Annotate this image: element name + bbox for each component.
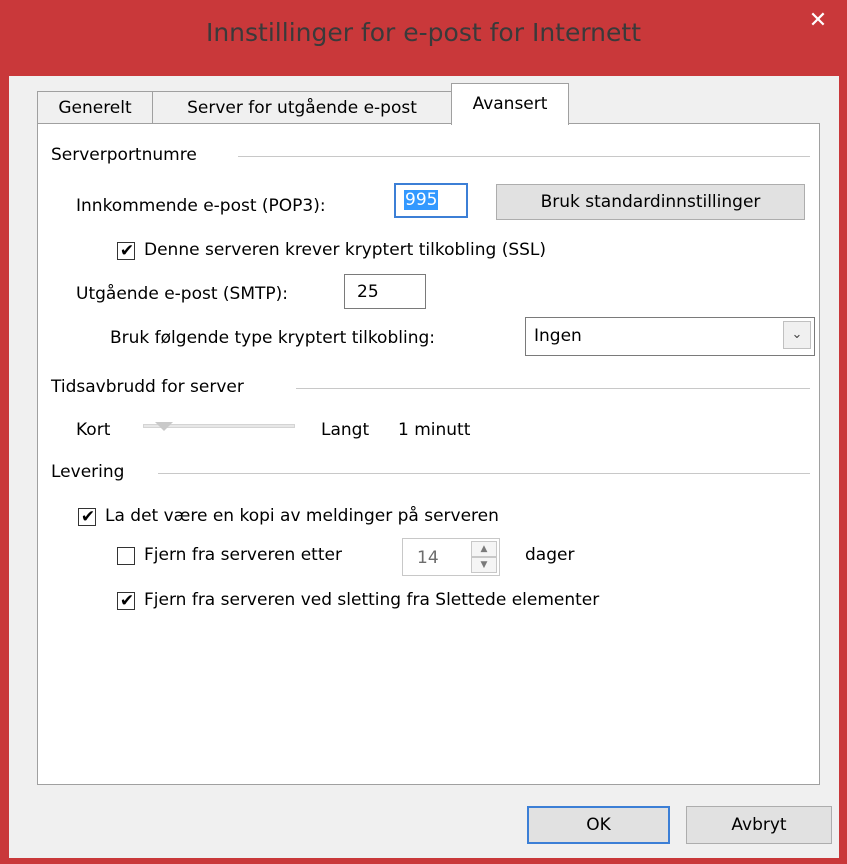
checkmark-icon: ✔ — [119, 241, 135, 261]
group-divider — [296, 388, 810, 389]
timeout-value: 1 minutt — [398, 420, 471, 440]
days-stepper[interactable]: 14 ▲ ▼ — [402, 538, 500, 576]
remove-after-label: Fjern fra serveren etter — [144, 545, 342, 565]
keep-copy-checkbox[interactable]: ✔ — [78, 507, 96, 527]
tab-server-utgaende[interactable]: Server for utgående e-post — [152, 91, 452, 124]
tab-generelt[interactable]: Generelt — [37, 91, 153, 124]
keep-copy-label: La det være en kopi av meldinger på serv… — [105, 506, 499, 526]
tab-panel-avansert: Serverportnumre Innkommende e-post (POP3… — [37, 123, 820, 785]
days-value: 14 — [417, 548, 439, 568]
window-title: Innstillinger for e-post for Internett — [205, 18, 642, 47]
group-divider — [238, 156, 810, 157]
ssl-checkbox[interactable]: ✔ — [117, 241, 135, 261]
cancel-button[interactable]: Avbryt — [686, 806, 832, 844]
arrow-up-icon[interactable]: ▲ — [471, 541, 497, 557]
checkmark-icon: ✔ — [119, 591, 135, 611]
tab-avansert[interactable]: Avansert — [451, 83, 569, 125]
chevron-down-icon[interactable]: ⌄ — [783, 321, 811, 349]
remove-after-checkbox[interactable] — [117, 547, 135, 565]
arrow-down-icon[interactable]: ▼ — [471, 557, 497, 573]
dialog-client-area: Generelt Server for utgående e-post Avan… — [9, 76, 839, 858]
remove-deleted-label: Fjern fra serveren ved sletting fra Slet… — [144, 590, 600, 610]
timeout-long-label: Langt — [321, 420, 370, 440]
close-icon: ✕ — [808, 8, 828, 33]
timeout-slider-thumb[interactable] — [155, 422, 174, 431]
use-defaults-button[interactable]: Bruk standardinnstillinger — [496, 184, 805, 220]
dialog-window: Innstillinger for e-post for Internett ✕… — [0, 0, 847, 864]
incoming-port-label: Innkommende e-post (POP3): — [76, 196, 326, 216]
checkmark-icon: ✔ — [80, 507, 96, 527]
remove-deleted-checkbox[interactable]: ✔ — [117, 591, 135, 611]
encryption-type-label: Bruk følgende type kryptert tilkobling: — [110, 328, 435, 348]
group-label-serverportnumre: Serverportnumre — [51, 145, 197, 165]
ssl-label: Denne serveren krever kryptert tilkoblin… — [144, 240, 547, 260]
encryption-type-value: Ingen — [534, 326, 582, 346]
encryption-type-select[interactable]: Ingen ⌄ — [525, 317, 815, 356]
group-label-tidsavbrudd: Tidsavbrudd for server — [51, 377, 244, 397]
incoming-port-input[interactable]: 995 — [394, 183, 468, 218]
incoming-port-value: 995 — [404, 190, 439, 210]
outgoing-port-label: Utgående e-post (SMTP): — [76, 284, 289, 304]
group-label-levering: Levering — [51, 462, 125, 482]
timeout-short-label: Kort — [76, 420, 111, 440]
outgoing-port-input[interactable]: 25 — [344, 274, 426, 309]
title-bar[interactable]: Innstillinger for e-post for Internett ✕ — [0, 0, 847, 76]
close-button[interactable]: ✕ — [793, 4, 843, 38]
days-label: dager — [525, 545, 575, 565]
ok-button[interactable]: OK — [527, 806, 670, 844]
group-divider — [158, 473, 810, 474]
